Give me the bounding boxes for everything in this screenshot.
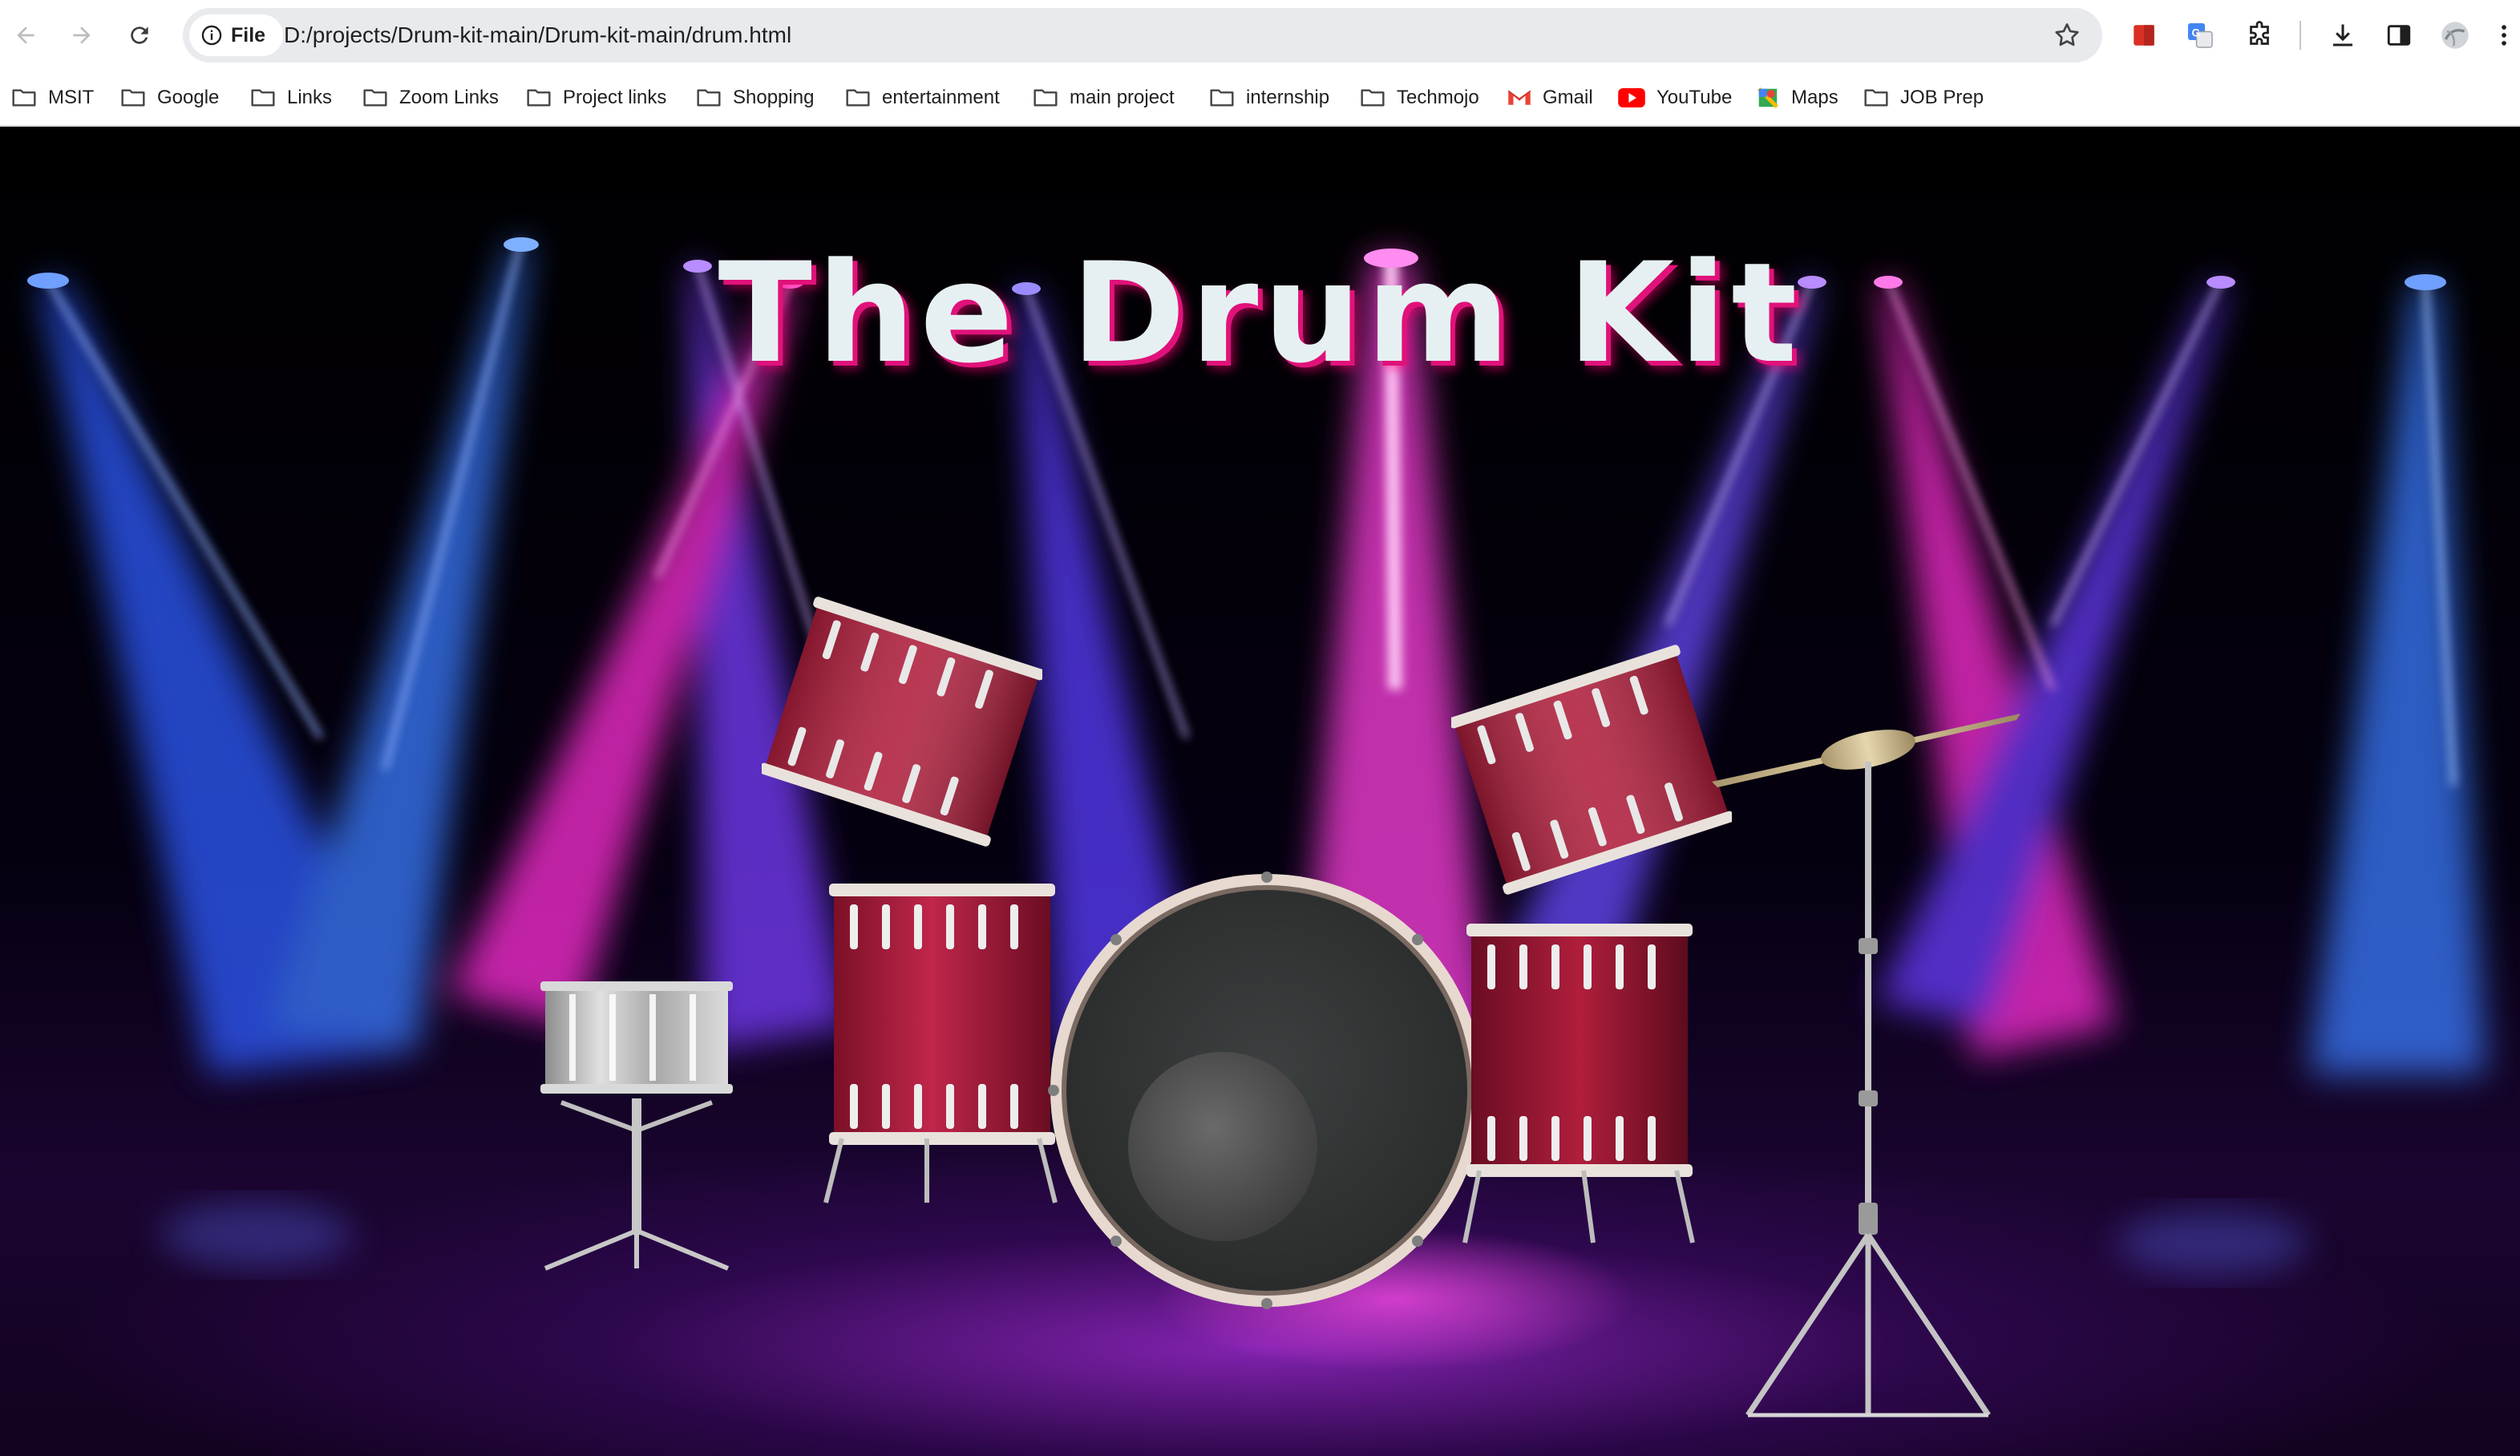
bookmark-item[interactable]: main project <box>1033 82 1175 114</box>
bookmark-label: main project <box>1070 87 1175 108</box>
folder-icon <box>120 87 146 109</box>
tom-left-drum[interactable] <box>762 593 1042 850</box>
bookmark-item[interactable]: Maps <box>1756 82 1838 114</box>
bookmark-label: Shopping <box>733 87 815 108</box>
bookmark-star-icon[interactable] <box>2053 21 2081 50</box>
folder-icon <box>362 87 388 109</box>
gmail-icon <box>1507 88 1531 107</box>
folder-icon <box>526 87 552 109</box>
floor-tom-right-drum[interactable] <box>1455 914 1704 1251</box>
bookmark-label: internship <box>1246 87 1330 108</box>
folder-icon <box>1360 87 1385 109</box>
drum-kit-stage: The Drum Kit <box>0 128 2520 1456</box>
floor-tom-left-drum[interactable] <box>818 874 1066 1211</box>
reload-icon <box>131 26 148 44</box>
forward-arrow-icon <box>73 26 91 44</box>
bookmark-item[interactable]: Google <box>120 82 219 114</box>
bookmark-label: MSIT <box>48 87 95 108</box>
youtube-icon <box>1618 88 1645 107</box>
bookmarks-bar: MSIT Google Links Zoom Links Project links Sh… <box>0 71 2520 127</box>
bookmark-item[interactable]: Techmojo <box>1360 82 1479 114</box>
page-title: The Drum Kit <box>718 233 1802 394</box>
side-panel-icon[interactable] <box>2381 18 2417 53</box>
downloads-icon[interactable] <box>2325 18 2360 53</box>
address-bar[interactable]: File D:/projects/Drum-kit-main/Drum-kit-… <box>183 8 2102 63</box>
folder-icon <box>696 87 722 109</box>
forward-button[interactable] <box>63 16 101 55</box>
bookmark-label: YouTube <box>1656 87 1733 108</box>
more-options-icon[interactable] <box>2492 18 2516 53</box>
crash-cymbal[interactable] <box>1700 577 2037 1427</box>
bookmark-item[interactable]: Links <box>250 82 332 114</box>
bookmark-item[interactable]: entertainment <box>845 82 1000 114</box>
bookmark-label: Maps <box>1791 87 1838 108</box>
extension-red-icon[interactable] <box>2126 18 2162 53</box>
bookmark-label: Zoom Links <box>399 87 500 108</box>
bookmark-label: Links <box>287 87 333 108</box>
bookmark-item[interactable]: Project links <box>526 82 666 114</box>
browser-toolbar: File D:/projects/Drum-kit-main/Drum-kit-… <box>0 0 2520 71</box>
folder-icon <box>1863 87 1889 109</box>
info-icon <box>201 25 222 46</box>
folder-icon <box>845 87 871 109</box>
back-arrow-icon <box>17 26 34 44</box>
folder-icon <box>1209 87 1235 109</box>
bookmark-item[interactable]: Shopping <box>696 82 814 114</box>
folder-icon <box>11 87 37 109</box>
bookmark-label: Project links <box>563 87 667 108</box>
extensions-puzzle-icon[interactable] <box>2242 18 2277 53</box>
bookmark-label: entertainment <box>882 87 1000 108</box>
back-button[interactable] <box>6 16 45 55</box>
file-chip-label: File <box>231 23 266 47</box>
bookmark-item[interactable]: Zoom Links <box>362 82 499 114</box>
url-text[interactable]: D:/projects/Drum-kit-main/Drum-kit-main/… <box>284 8 791 63</box>
snare-drum[interactable] <box>529 970 746 1275</box>
bookmark-item[interactable]: internship <box>1209 82 1329 114</box>
bookmark-item[interactable]: MSIT <box>11 82 94 114</box>
profile-avatar-icon[interactable] <box>2437 18 2473 53</box>
toolbar-divider <box>2300 21 2301 50</box>
svg-text:G: G <box>2192 27 2201 39</box>
bookmark-item[interactable]: JOB Prep <box>1863 82 1984 114</box>
bookmark-label: JOB Prep <box>1900 87 1984 108</box>
bookmark-label: Techmojo <box>1397 87 1479 108</box>
maps-icon <box>1756 86 1780 110</box>
bookmark-item[interactable]: YouTube <box>1618 82 1732 114</box>
reload-button[interactable] <box>120 16 159 55</box>
folder-icon <box>1033 87 1058 109</box>
bookmark-item[interactable]: Gmail <box>1507 82 1593 114</box>
tom-right-drum[interactable] <box>1451 641 1732 898</box>
bass-drum[interactable] <box>1042 866 1491 1315</box>
folder-icon <box>250 87 276 109</box>
site-info-chip[interactable]: File <box>189 14 284 56</box>
bookmark-label: Google <box>157 87 220 108</box>
translate-extension-icon[interactable]: G <box>2182 18 2218 53</box>
bookmark-label: Gmail <box>1543 87 1593 108</box>
